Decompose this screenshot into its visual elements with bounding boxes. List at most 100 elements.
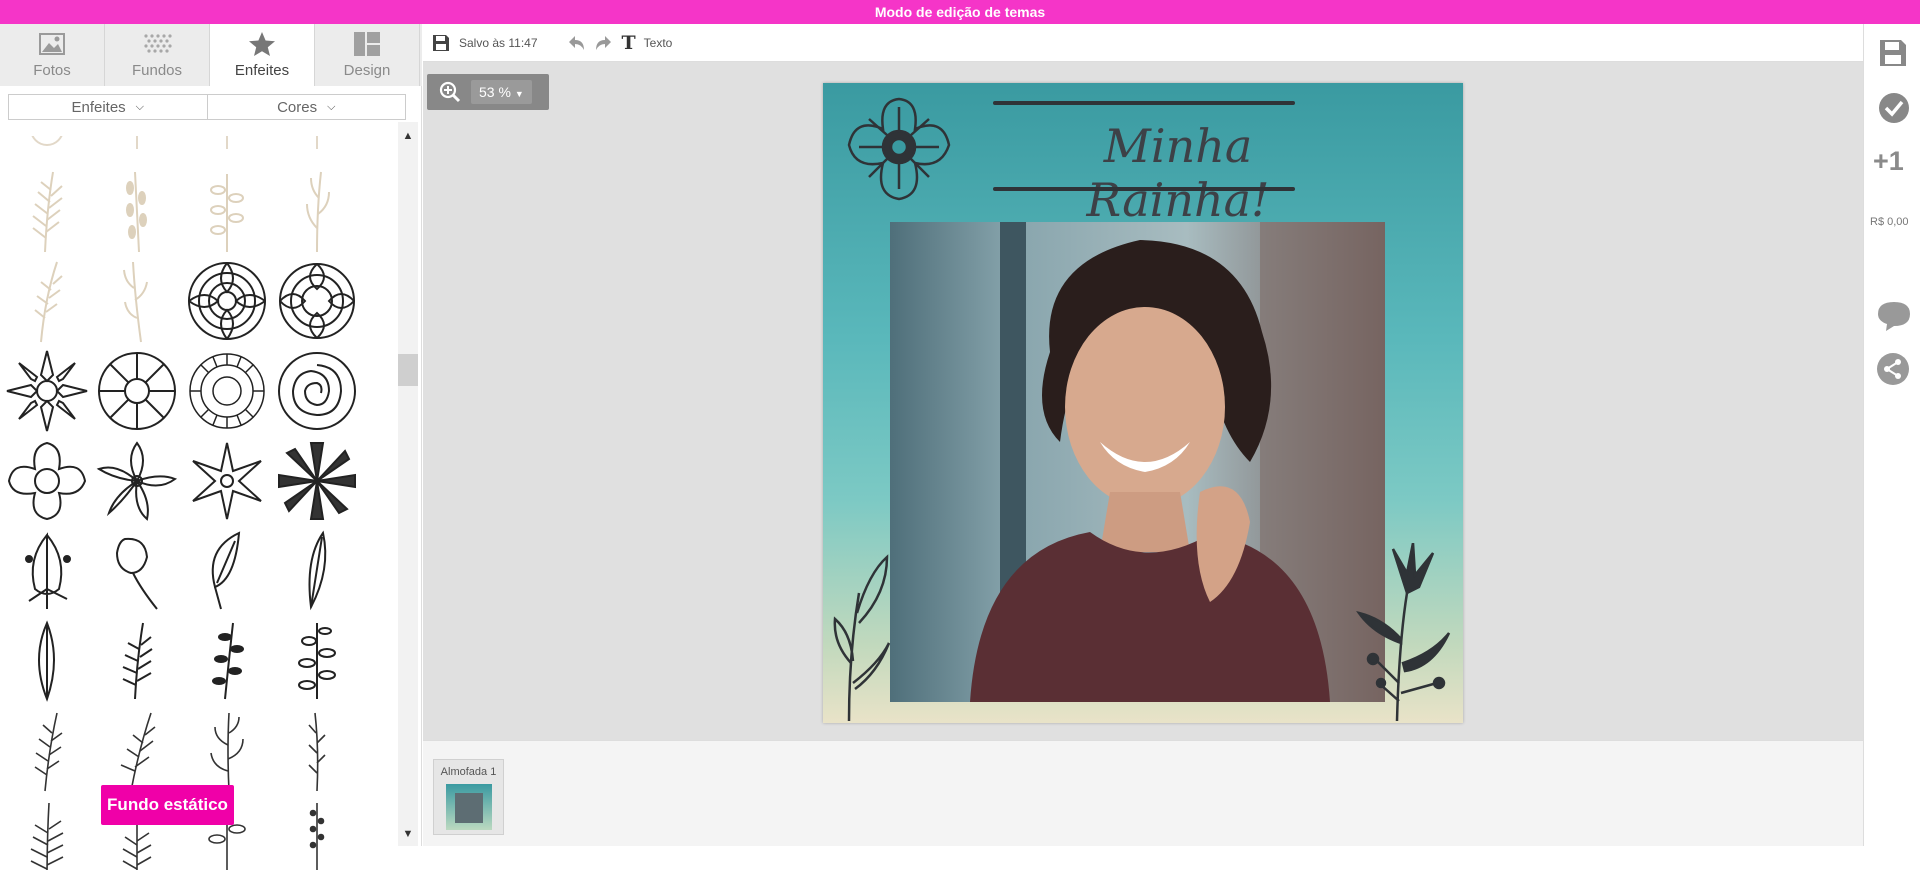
page-title-text[interactable]: Minha Rainha! [1013, 119, 1343, 227]
check-circle-icon[interactable] [1878, 92, 1910, 124]
flower-ornament[interactable] [841, 91, 957, 207]
leaf-ornament-icon [210, 174, 244, 252]
ornament-item[interactable] [272, 616, 362, 706]
scroll-thumb[interactable] [398, 354, 418, 386]
ornament-item[interactable] [92, 526, 182, 616]
sprig-ornament-icon [298, 623, 336, 699]
ornament-item[interactable] [272, 136, 362, 154]
redo-button[interactable] [594, 34, 614, 52]
leaf-ornament-icon [308, 530, 327, 611]
ornament-item[interactable] [92, 436, 182, 526]
photo-icon [39, 33, 65, 55]
ornament-item[interactable] [272, 166, 362, 256]
daisy-ornament-icon [6, 350, 88, 432]
redo-icon [595, 35, 611, 50]
ornament-item[interactable] [182, 166, 272, 256]
tab-fotos[interactable]: Fotos [0, 24, 105, 86]
save-icon[interactable] [1878, 38, 1908, 68]
tab-enfeites[interactable]: Enfeites [210, 24, 315, 86]
ornament-item[interactable] [2, 136, 92, 154]
ornament-item[interactable] [92, 256, 182, 346]
ornament-item[interactable] [2, 616, 92, 706]
ornament-item[interactable] [272, 706, 362, 796]
leaf-ornament-icon [38, 620, 55, 702]
leaf-ornament-left[interactable] [829, 553, 899, 723]
pattern-icon [144, 34, 172, 53]
flower-ornament-icon [188, 262, 266, 340]
share-icon[interactable] [1876, 352, 1910, 386]
ornament-item[interactable] [2, 436, 92, 526]
left-panel: Fotos Fundos Enfeites Design Enfeites ⌵ C… [0, 24, 422, 870]
flower-ornament-right[interactable] [1353, 543, 1458, 723]
plus-one-button[interactable]: +1 [1873, 146, 1904, 177]
flower-ornament-icon [96, 441, 178, 521]
ornament-row [0, 256, 396, 346]
ornament-item[interactable] [2, 256, 92, 346]
ornament-item[interactable] [2, 526, 92, 616]
zoom-in-icon[interactable] [439, 81, 461, 103]
leaf-ornament-icon [25, 532, 71, 609]
ornament-scrollbar[interactable]: ▲ ▼ [398, 122, 418, 846]
leaf-ornament-icon [211, 531, 241, 610]
tab-label: Fundos [131, 62, 183, 79]
chevron-down-icon: ⌵ [327, 100, 336, 113]
ornament-row [0, 616, 396, 706]
caret-down-icon: ▼ [514, 89, 524, 99]
ornament-item[interactable] [182, 256, 272, 346]
right-panel: +1 R$ 0,00 [1863, 24, 1920, 846]
zoom-value: 53 % [479, 84, 511, 100]
ornament-item[interactable] [182, 136, 272, 154]
ornament-item[interactable] [272, 796, 362, 870]
comment-icon[interactable] [1876, 300, 1912, 332]
ornament-item[interactable] [92, 616, 182, 706]
ornament-row [0, 166, 396, 256]
ornament-item[interactable] [2, 346, 92, 436]
ornament-item[interactable] [182, 706, 272, 796]
zoom-dropdown[interactable]: 53 % ▼ [471, 80, 532, 104]
undo-button[interactable] [566, 34, 586, 52]
add-text-button[interactable]: T Texto [622, 32, 673, 54]
mode-banner: Modo de edição de temas [0, 0, 1920, 24]
photo-frame[interactable] [890, 222, 1385, 702]
design-page[interactable]: Minha Rainha! [823, 83, 1463, 723]
category-dropdown[interactable]: Enfeites ⌵ [8, 94, 208, 120]
ornament-item[interactable] [2, 166, 92, 256]
star-icon [249, 32, 275, 56]
ornament-item[interactable] [272, 436, 362, 526]
ornament-item[interactable] [92, 706, 182, 796]
mode-banner-text: Modo de edição de temas [874, 4, 1046, 20]
leaf-ornament-icon [226, 136, 228, 149]
ornament-item[interactable] [2, 706, 92, 796]
ornament-item[interactable] [2, 796, 92, 870]
scroll-down-arrow-icon[interactable]: ▼ [398, 828, 418, 846]
ornament-item[interactable] [182, 436, 272, 526]
ornament-item[interactable] [272, 256, 362, 346]
save-status[interactable]: Salvo às 11:47 [431, 33, 538, 53]
static-background-button[interactable]: Fundo estático [101, 785, 234, 825]
tab-label: Design [343, 62, 391, 79]
save-icon [433, 34, 449, 51]
ornament-item[interactable] [182, 346, 272, 436]
scroll-up-arrow-icon[interactable]: ▲ [398, 130, 418, 148]
tab-design[interactable]: Design [315, 24, 420, 86]
category-dropdown-label: Enfeites [71, 98, 126, 116]
page-thumbnail[interactable]: Almofada 1 [433, 759, 504, 835]
chevron-down-icon: ⌵ [135, 100, 145, 113]
flower-ornament-icon [98, 352, 176, 430]
page-thumbnail-image [446, 784, 492, 830]
ornament-item[interactable] [182, 526, 272, 616]
filter-bar: Enfeites ⌵ Cores ⌵ [8, 94, 406, 120]
ornament-item[interactable] [182, 616, 272, 706]
ornament-item[interactable] [272, 526, 362, 616]
ornament-item[interactable] [92, 136, 182, 154]
ornament-item[interactable] [92, 166, 182, 256]
color-dropdown[interactable]: Cores ⌵ [207, 94, 406, 120]
tab-fundos[interactable]: Fundos [105, 24, 210, 86]
ornament-item[interactable] [92, 346, 182, 436]
sprig-ornament-icon [306, 171, 330, 253]
leaf-ornament-icon [316, 136, 318, 149]
branch-ornament-icon [123, 261, 148, 343]
ornament-item[interactable] [272, 346, 362, 436]
fern-ornament-icon [32, 171, 63, 253]
sprig-ornament-icon [308, 712, 326, 792]
